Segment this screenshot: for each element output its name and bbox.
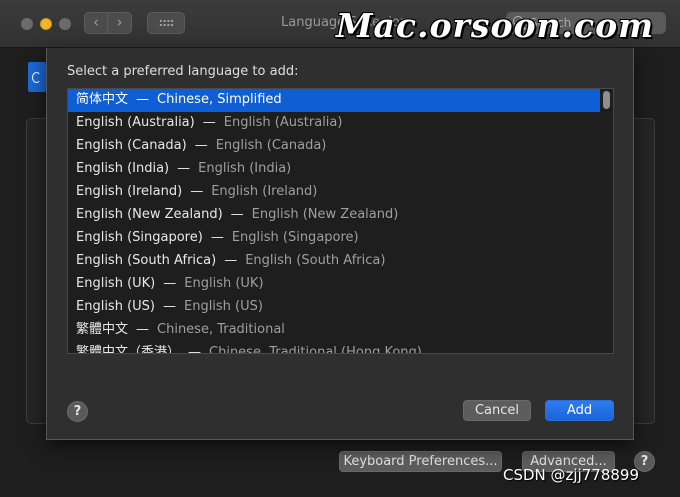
language-native-name: 简体中文 <box>76 92 129 107</box>
forward-button[interactable]: › <box>108 12 132 34</box>
add-language-sheet: Select a preferred language to add: 繁體中文… <box>46 48 634 440</box>
language-list-item[interactable]: English (Singapore) — English (Singapore) <box>68 227 600 250</box>
language-list-item[interactable]: English (UK) — English (UK) <box>68 273 600 296</box>
language-list-item[interactable]: English (South Africa) — English (South Af… <box>68 250 600 273</box>
language-separator: — <box>136 322 150 337</box>
cancel-button[interactable]: Cancel <box>463 400 531 421</box>
language-separator: — <box>136 92 150 107</box>
language-list-item[interactable]: English (New Zealand) — English (New Zeala… <box>68 204 600 227</box>
show-all-button[interactable] <box>147 12 185 34</box>
language-list-item[interactable]: English (Canada) — English (Canada) <box>68 135 600 158</box>
language-english-name: English (New Zealand) <box>251 207 399 222</box>
grid-icon <box>159 19 174 27</box>
language-english-name: English (UK) <box>184 276 264 291</box>
language-separator: — <box>210 230 224 245</box>
zoom-window-icon[interactable] <box>59 18 71 30</box>
language-separator: — <box>190 184 204 199</box>
language-english-name: Chinese, Traditional (Hong Kong) <box>209 345 422 354</box>
close-window-icon[interactable] <box>21 18 33 30</box>
language-english-name: English (South Africa) <box>245 253 386 268</box>
chevron-right-icon: › <box>116 13 123 31</box>
add-button[interactable]: Add <box>545 400 614 421</box>
region-settings-panel <box>633 118 655 424</box>
language-list-item[interactable]: English (US) — English (US) <box>68 296 600 319</box>
language-english-name: Chinese, Simplified <box>157 92 282 107</box>
language-native-name: English (South Africa) <box>76 253 217 268</box>
minimize-window-icon[interactable] <box>40 18 52 30</box>
sheet-help-button[interactable]: ? <box>67 401 88 422</box>
language-separator: — <box>230 207 244 222</box>
scrollbar-thumb[interactable] <box>603 91 610 109</box>
sheet-prompt: Select a preferred language to add: <box>67 64 299 79</box>
language-native-name: 繁體中文 <box>76 322 129 337</box>
language-separator: — <box>202 115 216 130</box>
language-separator: — <box>163 276 177 291</box>
language-list-item[interactable]: 繁體中文 — Chinese, Traditional <box>68 319 600 342</box>
watermark-logo: Mac.orsoon.com <box>336 6 654 45</box>
language-list[interactable]: 繁體中文（香港） — Chinese, Traditional (Hong Kong… <box>67 88 614 354</box>
language-list-item[interactable]: English (Ireland) — English (Ireland) <box>68 181 600 204</box>
language-english-name: English (US) <box>183 299 263 314</box>
language-english-name: Chinese, Traditional <box>157 322 285 337</box>
language-english-name: English (Australia) <box>223 115 343 130</box>
chevron-left-icon: ‹ <box>93 13 99 31</box>
footer-watermark: CSDN @zjj778899 <box>503 466 640 484</box>
language-native-name: English (Singapore) <box>76 230 203 245</box>
language-native-name: English (New Zealand) <box>76 207 223 222</box>
language-native-name: English (UK) <box>76 276 156 291</box>
back-button[interactable]: ‹ <box>84 12 108 34</box>
language-native-name: 繁體中文（香港） <box>76 345 181 354</box>
language-english-name: English (Canada) <box>215 138 327 153</box>
language-separator: — <box>177 161 191 176</box>
language-list-item[interactable]: 繁體中文（香港） — Chinese, Traditional (Hong Kong… <box>68 342 600 354</box>
language-english-name: English (Ireland) <box>211 184 318 199</box>
language-english-name: English (Singapore) <box>231 230 359 245</box>
language-separator: — <box>188 345 202 354</box>
language-native-name: English (India) <box>76 161 170 176</box>
language-separator: — <box>194 138 208 153</box>
language-native-name: English (US) <box>76 299 155 314</box>
language-separator: — <box>224 253 238 268</box>
language-native-name: English (Australia) <box>76 115 195 130</box>
language-english-name: English (India) <box>198 161 292 176</box>
flag-icon <box>28 62 46 92</box>
language-list-item[interactable]: English (Australia) — English (Australia) <box>68 112 600 135</box>
language-native-name: English (Ireland) <box>76 184 183 199</box>
language-list-item[interactable]: 简体中文 — Chinese, Simplified <box>68 89 600 112</box>
keyboard-preferences-button[interactable]: Keyboard Preferences... <box>339 451 502 472</box>
language-list-item[interactable]: English (India) — English (India) <box>68 158 600 181</box>
language-separator: — <box>162 299 176 314</box>
language-native-name: English (Canada) <box>76 138 187 153</box>
